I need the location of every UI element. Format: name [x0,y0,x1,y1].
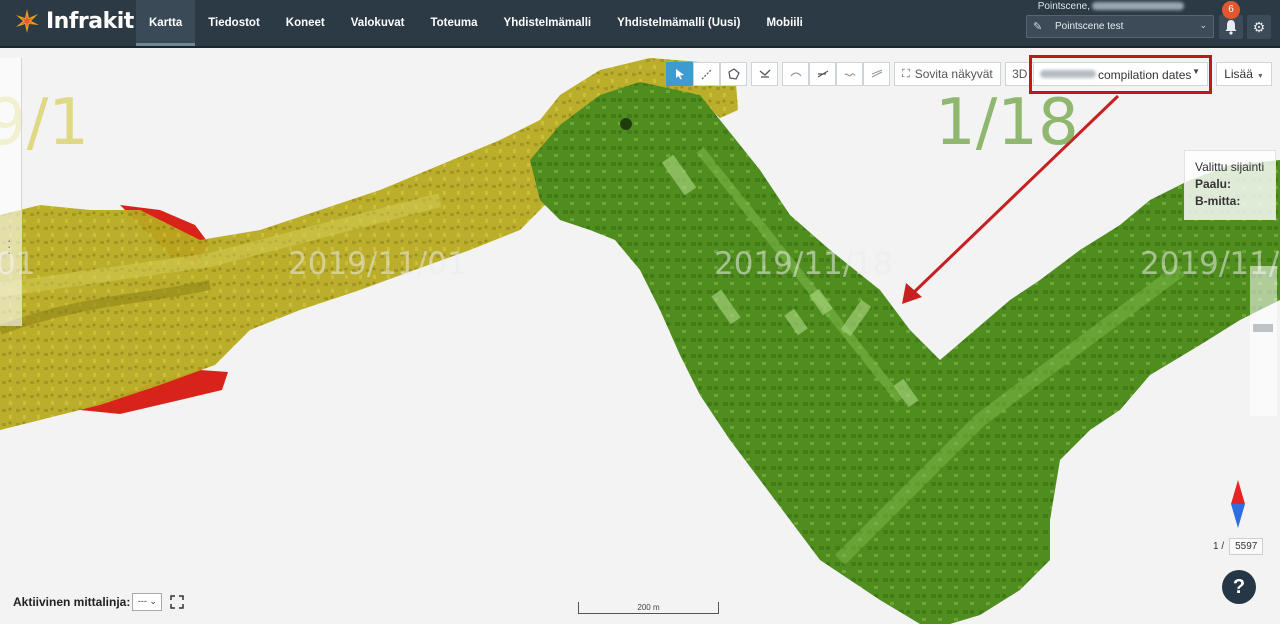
compilation-dates-dropdown[interactable]: compilation dates ▼ [1033,62,1208,86]
nav-valokuvat[interactable]: Valokuvat [338,0,418,46]
section-tool-3-button[interactable] [836,62,863,86]
nav-yhdistelmamalli-uusi[interactable]: Yhdistelmämalli (Uusi) [604,0,753,46]
wave-icon [844,73,856,77]
selected-location-panel: Valittu sijainti Paalu: B-mitta: [1184,150,1276,220]
section-tool-1-button[interactable] [782,62,809,86]
user-email-redacted [1092,2,1184,11]
slope-icon [871,69,882,78]
main-nav: Kartta Tiedostot Koneet Valokuvat Toteum… [136,0,816,46]
cursor-icon [675,69,684,80]
zoom-slider-track[interactable] [1250,266,1277,416]
date-label-3: 2019/11/18 [714,246,893,282]
select-tool-button[interactable] [666,62,693,86]
caret-down-icon: ▼ [1192,67,1200,76]
offset-label: B-mitta: [1195,194,1241,208]
left-panel-handle[interactable]: · · · [0,58,22,326]
scale-bar: 200 m [578,600,719,614]
notification-badge: 6 [1222,1,1240,19]
station-label: Paalu: [1195,177,1232,191]
zoom-slider-handle[interactable] [1253,324,1273,332]
project-select[interactable]: ✎ Pointscene test ⌄ [1026,15,1214,38]
pencil-icon: ✎ [1033,21,1043,33]
compass-icon[interactable] [1230,480,1246,528]
active-line-control: Aktiivinen mittalinja: --- ⌄ [13,593,185,611]
polygon-icon [727,68,740,80]
measure-line-button[interactable] [693,62,720,86]
nav-tiedostot[interactable]: Tiedostot [195,0,273,46]
compilation-dates-label: compilation dates [1098,68,1192,82]
active-line-select[interactable]: --- ⌄ [132,593,163,611]
active-line-value: --- [137,596,147,606]
profile-icon [759,69,770,78]
map-toolbar: ⛶ Sovita näkyvät 3D [666,62,1035,86]
gear-icon: ⚙ [1252,19,1266,35]
page-total[interactable]: 5597 [1229,538,1264,555]
more-label: Lisää [1224,67,1253,81]
fullscreen-icon[interactable] [170,595,185,609]
map-canvas[interactable]: 9/1 1/18 01 2019/11/01 2019/11/18 2019/1… [0,48,1280,624]
nav-kartta[interactable]: Kartta [136,0,196,46]
panel-title: Valittu sijainti [1195,160,1265,174]
top-navigation-bar: Infrakit Kartta Tiedostot Koneet Valokuv… [0,0,1280,48]
section-icon [790,72,801,77]
section-tool-2-button[interactable] [809,62,836,86]
date-label-2: 2019/11/01 [288,246,467,282]
green-layer [530,82,1280,624]
page-current: 1 / [1213,541,1225,552]
scale-label: 200 m [637,603,660,612]
expand-icon: ⛶ [902,67,910,80]
chevron-down-icon: ⌄ [1199,20,1207,30]
brand-name: Infrakit [46,8,134,34]
drag-handle-icon: · · · [7,233,12,260]
compilation-name-redacted [1040,70,1096,78]
nav-koneet[interactable]: Koneet [273,0,338,46]
user-info[interactable]: Pointscene, [1038,1,1184,12]
big-date-label-right: 1/18 [935,86,1079,160]
project-name: Pointscene test [1055,21,1124,32]
nav-toteuma[interactable]: Toteuma [417,0,490,46]
ruler-line-icon [701,68,712,80]
nav-mobiili[interactable]: Mobiili [753,0,815,46]
more-dropdown[interactable]: Lisää ▼ [1216,62,1272,86]
measure-area-button[interactable] [720,62,747,86]
caret-down-icon: ▼ [1256,73,1264,80]
section-tool-4-button[interactable] [863,62,890,86]
fit-views-label: Sovita näkyvät [914,67,993,81]
nav-yhdistelmamalli[interactable]: Yhdistelmämalli [491,0,605,46]
brand-logo[interactable]: Infrakit [14,8,134,34]
map-imagery [0,58,1280,624]
profile-tool-button[interactable] [751,62,778,86]
help-button[interactable]: ? [1222,570,1256,604]
fit-views-button[interactable]: ⛶ Sovita näkyvät [894,62,1001,86]
page-counter: 1 / 5597 [1213,538,1264,555]
cross-section-icon [817,70,828,78]
user-label: Pointscene, [1037,1,1090,12]
active-line-label: Aktiivinen mittalinja: [13,595,131,609]
infrakit-logo-icon [14,8,40,34]
settings-button[interactable]: ⚙ [1247,15,1271,39]
